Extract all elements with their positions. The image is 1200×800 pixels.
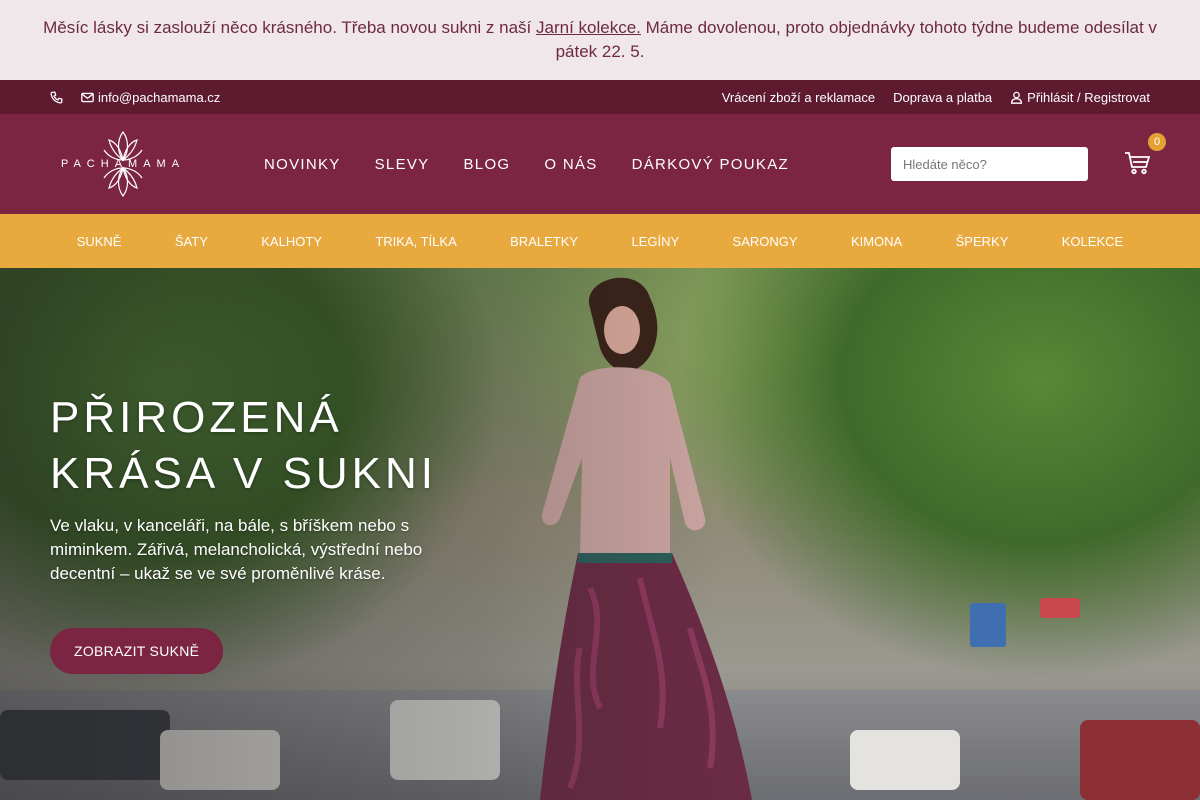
announcement-text: Měsíc lásky si zaslouží něco krásného. T… bbox=[20, 16, 1180, 64]
category-braletky[interactable]: BRALETKY bbox=[510, 234, 578, 249]
nav-o-nas[interactable]: O NÁS bbox=[544, 156, 597, 173]
hero-title: PŘIROZENÁ KRÁSA V SUKNI bbox=[50, 390, 480, 502]
email-text: info@pachamama.cz bbox=[98, 89, 221, 105]
announcement-bar: Měsíc lásky si zaslouží něco krásného. T… bbox=[0, 0, 1200, 80]
nav-slevy[interactable]: SLEVY bbox=[375, 156, 430, 173]
user-icon bbox=[1011, 91, 1023, 104]
hero-description: Ve vlaku, v kanceláři, na bále, s bříške… bbox=[50, 516, 423, 583]
cart-count-badge: 0 bbox=[1148, 133, 1166, 151]
category-sperky[interactable]: ŠPERKY bbox=[956, 234, 1009, 249]
hero-content: PŘIROZENÁ KRÁSA V SUKNI Ve vlaku, v kanc… bbox=[50, 390, 480, 674]
show-skirts-button[interactable]: ZOBRAZIT SUKNĚ bbox=[50, 628, 224, 674]
category-saty[interactable]: ŠATY bbox=[175, 234, 208, 249]
phone-icon bbox=[50, 91, 63, 104]
search-input[interactable] bbox=[891, 147, 1088, 181]
main-header: PACHAMAMA NOVINKY SLEVY BLOG O NÁS DÁRKO… bbox=[0, 114, 1200, 214]
top-info-bar: info@pachamama.cz Vrácení zboží a reklam… bbox=[0, 80, 1200, 114]
category-kolekce[interactable]: KOLEKCE bbox=[1062, 234, 1123, 249]
account-text: Přihlásit / Registrovat bbox=[1027, 89, 1150, 105]
hero-title-line2: KRÁSA V SUKNI bbox=[50, 449, 438, 498]
shipping-link[interactable]: Doprava a platba bbox=[893, 90, 992, 105]
category-sarongy[interactable]: SARONGY bbox=[733, 234, 798, 249]
cart-button[interactable]: 0 bbox=[1124, 133, 1166, 177]
nav-blog[interactable]: BLOG bbox=[464, 156, 511, 173]
email-link[interactable]: info@pachamama.cz bbox=[81, 90, 220, 105]
lotus-bottom-icon bbox=[103, 166, 143, 198]
account-link[interactable]: Přihlásit / Registrovat bbox=[1010, 90, 1150, 105]
category-kalhoty[interactable]: KALHOTY bbox=[261, 234, 322, 249]
category-nav: SUKNĚ ŠATY KALHOTY TRIKA, TÍLKA BRALETKY… bbox=[0, 214, 1200, 268]
announcement-text-after: Máme dovolenou, proto objednávky tohoto … bbox=[555, 18, 1157, 61]
hero-banner: PŘIROZENÁ KRÁSA V SUKNI Ve vlaku, v kanc… bbox=[0, 268, 1200, 800]
category-trika-tilka[interactable]: TRIKA, TÍLKA bbox=[375, 234, 456, 249]
cart-icon bbox=[1125, 152, 1151, 175]
category-sukne[interactable]: SUKNĚ bbox=[77, 234, 122, 249]
announcement-text-before: Měsíc lásky si zaslouží něco krásného. T… bbox=[43, 18, 537, 37]
hero-title-line1: PŘIROZENÁ bbox=[50, 393, 343, 442]
announcement-link[interactable]: Jarní kolekce. bbox=[536, 18, 641, 37]
logo[interactable]: PACHAMAMA bbox=[58, 122, 188, 206]
envelope-icon bbox=[81, 92, 94, 102]
category-kimona[interactable]: KIMONA bbox=[851, 234, 902, 249]
returns-link[interactable]: Vrácení zboží a reklamace bbox=[722, 90, 875, 105]
nav-novinky[interactable]: NOVINKY bbox=[264, 156, 341, 173]
main-nav: NOVINKY SLEVY BLOG O NÁS DÁRKOVÝ POUKAZ bbox=[264, 156, 789, 173]
nav-darkovy-poukaz[interactable]: DÁRKOVÝ POUKAZ bbox=[632, 156, 789, 173]
phone-link[interactable] bbox=[50, 91, 63, 104]
category-leginy[interactable]: LEGÍNY bbox=[631, 234, 679, 249]
